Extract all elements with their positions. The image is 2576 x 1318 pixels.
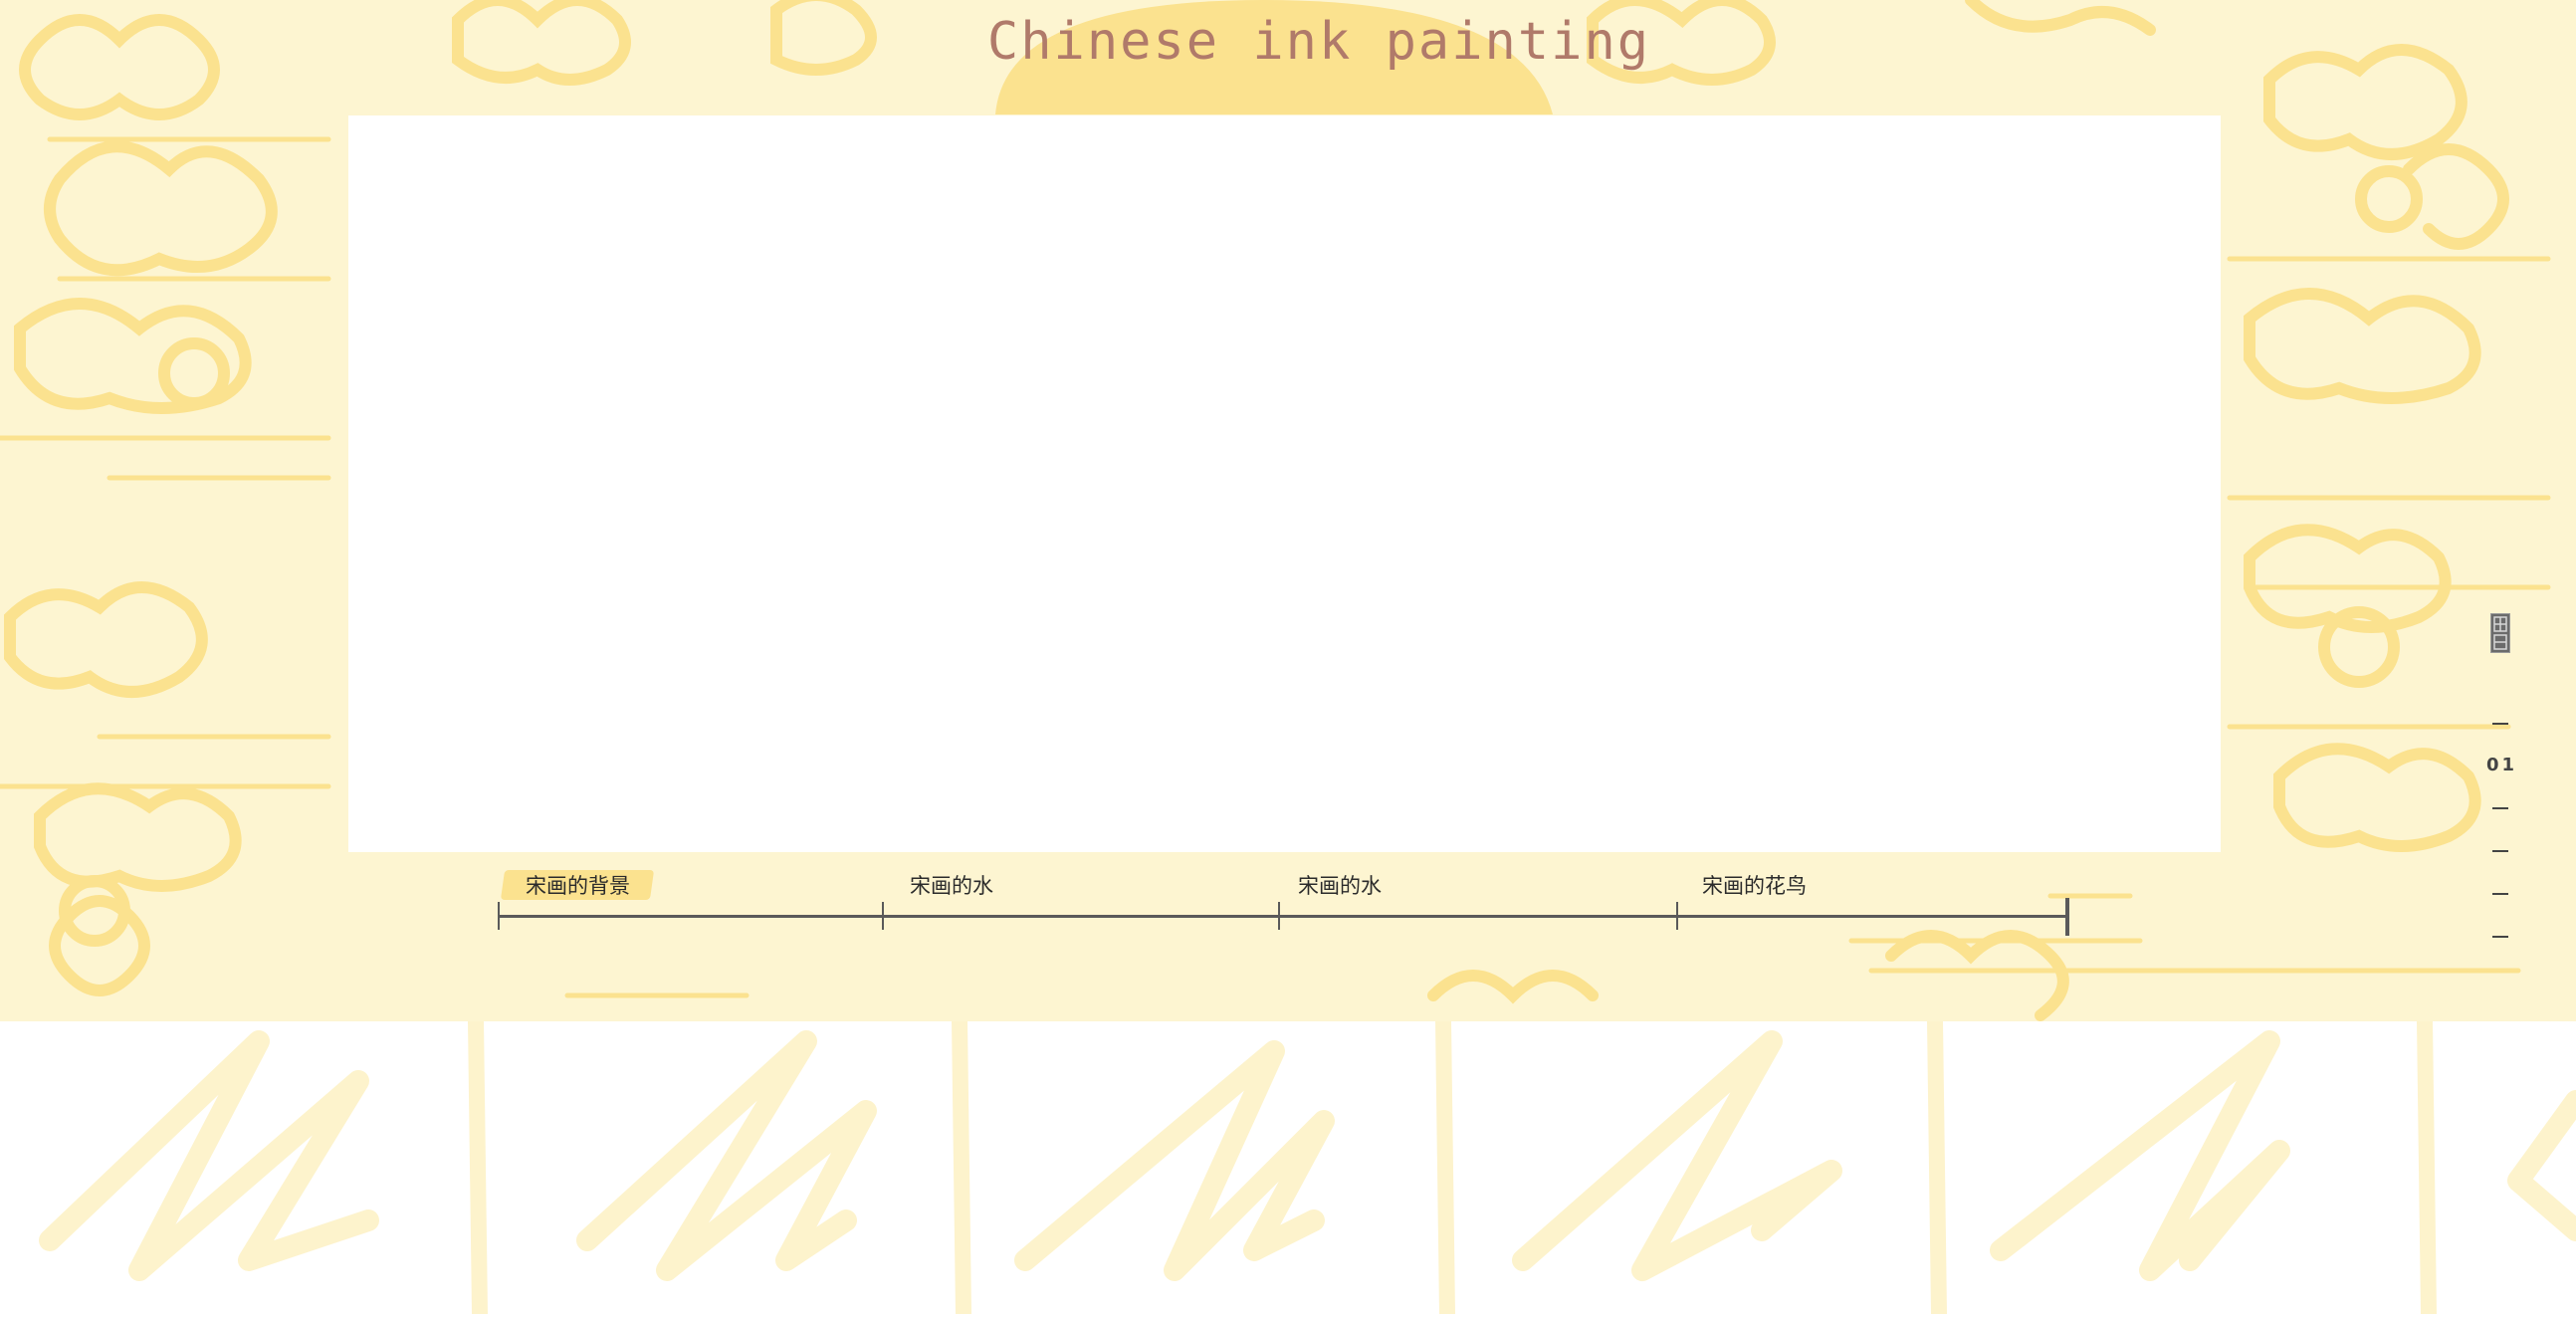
timeline-nav: 宋画的背景 宋画的水 宋画的水 宋画的花鸟 <box>0 0 2576 1021</box>
page-indicator-current: 01 <box>2486 755 2518 775</box>
timeline-tick <box>882 902 884 930</box>
seal-stamp-icon <box>2490 613 2510 653</box>
timeline-line <box>498 915 2067 918</box>
brush-stroke-footer <box>0 1013 2576 1318</box>
timeline-tick <box>498 902 500 930</box>
page-indicator-dash[interactable] <box>2492 893 2508 895</box>
timeline-item-flowers-birds[interactable]: 宋画的花鸟 <box>1702 870 1807 900</box>
timeline-tick <box>1278 902 1280 930</box>
brush-stroke-decoration <box>39 1013 2576 1318</box>
timeline-item-water-2[interactable]: 宋画的水 <box>1298 870 1382 900</box>
timeline-item-background[interactable]: 宋画的背景 <box>526 870 630 900</box>
page-indicator-dash[interactable] <box>2492 723 2508 725</box>
timeline-tick <box>1676 902 1678 930</box>
page-indicator-dash[interactable] <box>2492 850 2508 852</box>
timeline-end-tick <box>2065 898 2069 936</box>
timeline-item-water[interactable]: 宋画的水 <box>910 870 993 900</box>
page-indicator-dash[interactable] <box>2492 936 2508 938</box>
page-indicator-dash[interactable] <box>2492 807 2508 809</box>
header-background: Chinese ink painting 宋画的背景 宋画的水 宋画的水 宋画的… <box>0 0 2576 1021</box>
